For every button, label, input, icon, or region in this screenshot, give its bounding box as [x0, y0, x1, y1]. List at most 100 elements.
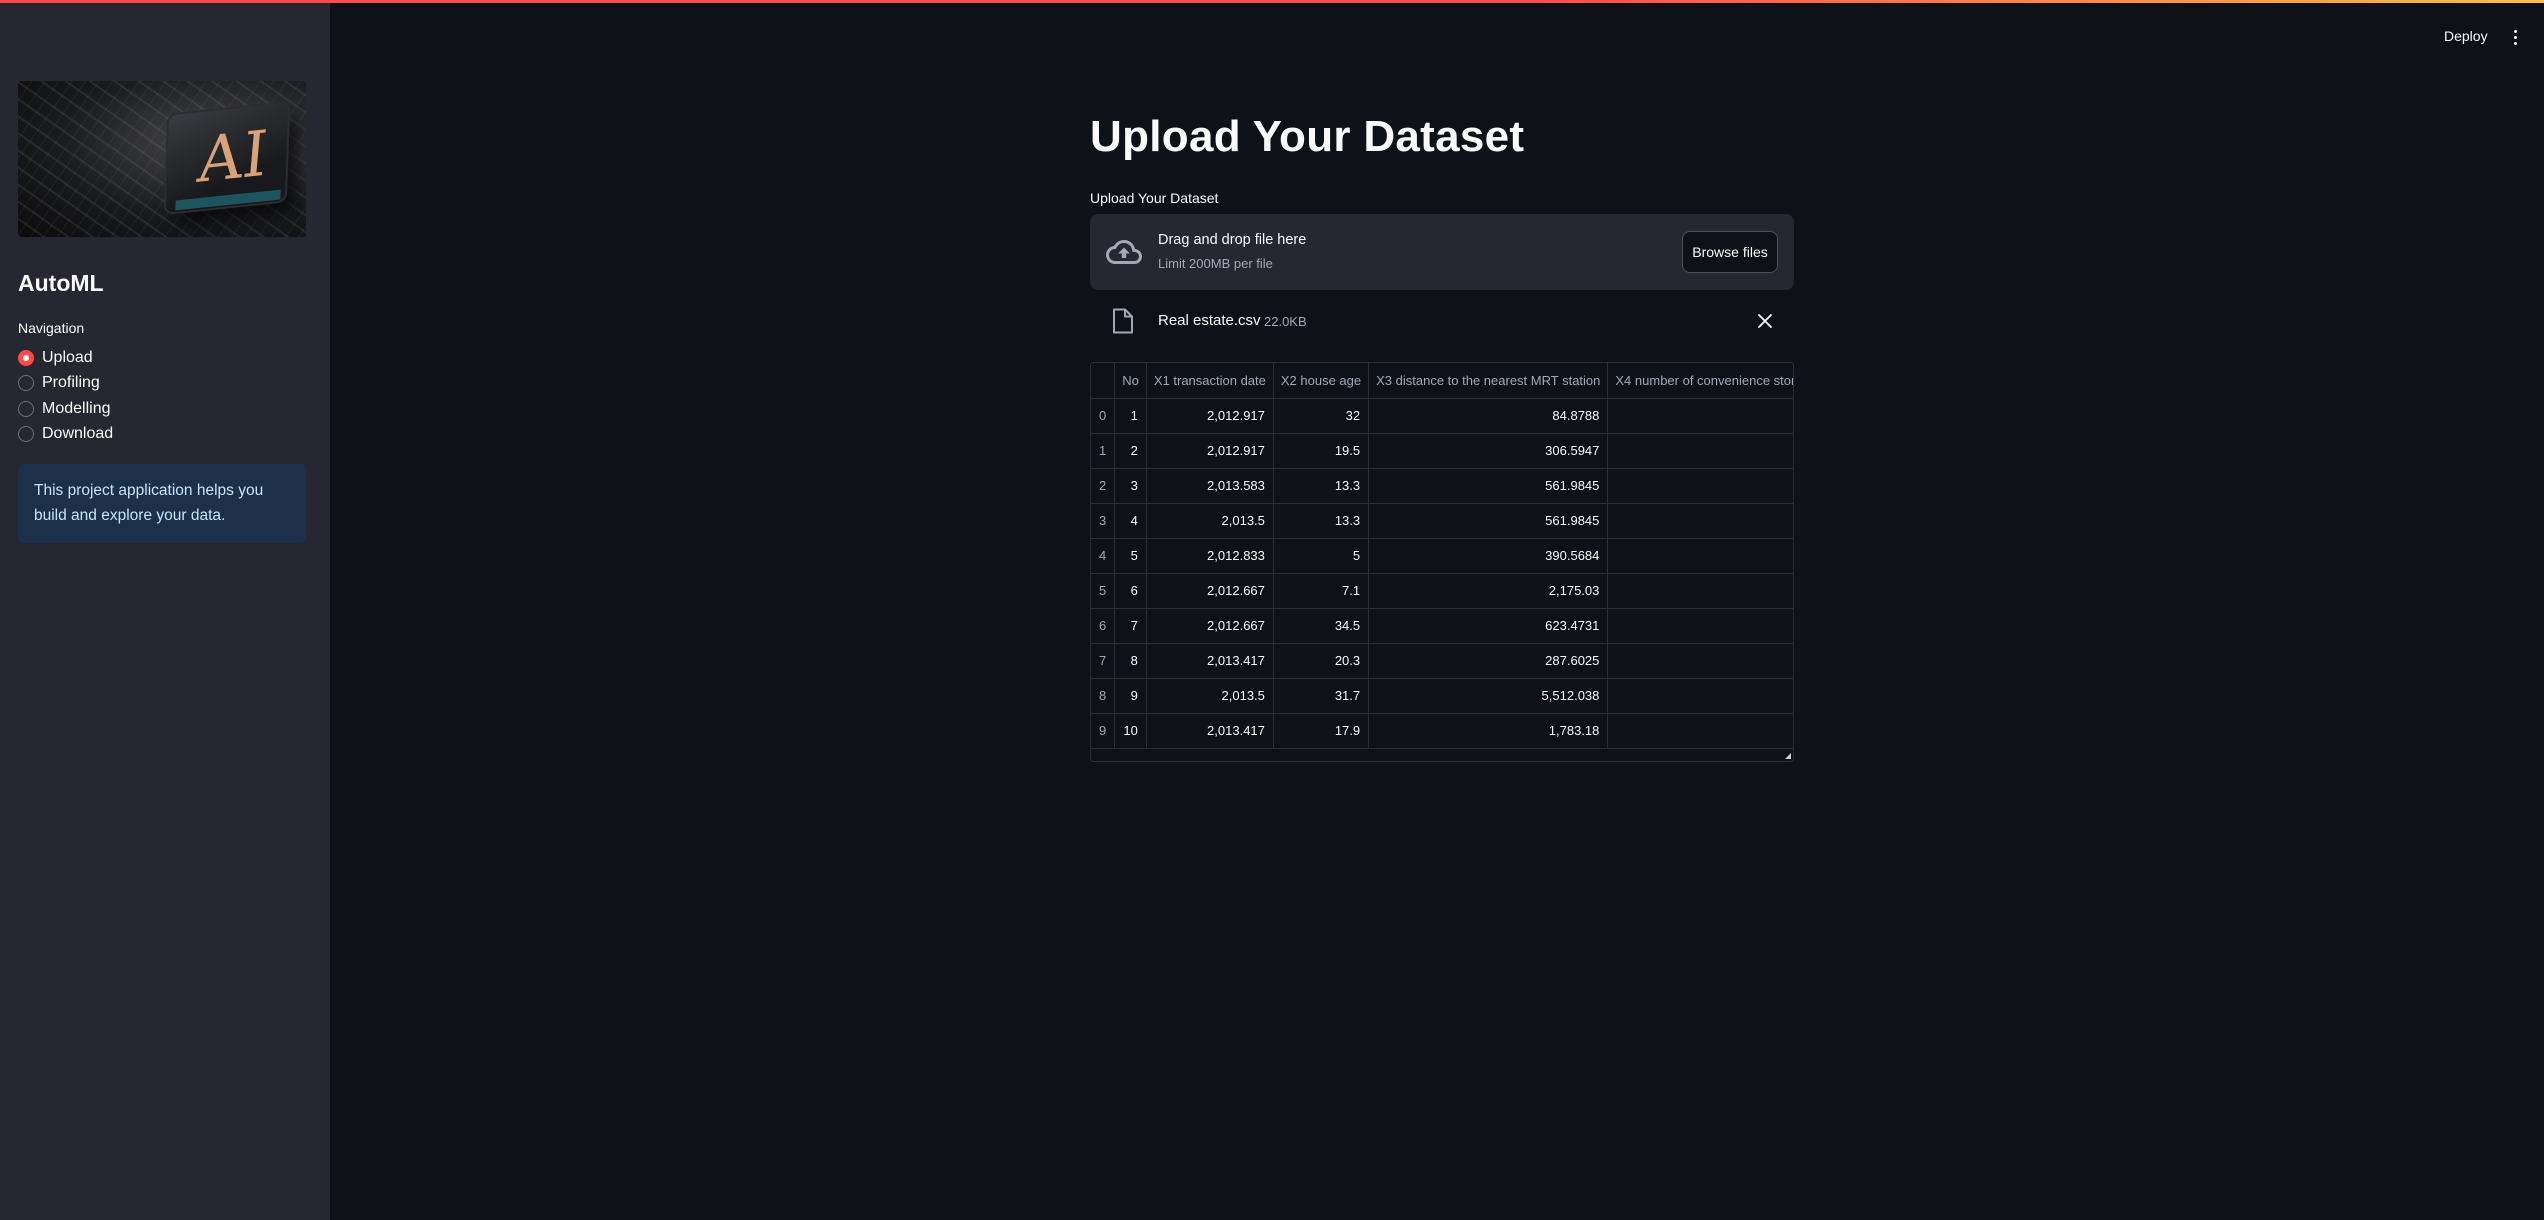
nav-item-upload[interactable]: Upload: [18, 345, 113, 371]
radio-icon[interactable]: [18, 375, 34, 392]
table-cell[interactable]: 5: [1091, 573, 1116, 609]
table-cell[interactable]: 2: [1114, 433, 1147, 469]
table-cell[interactable]: 13.3: [1273, 503, 1370, 539]
table-cell[interactable]: [1607, 433, 1793, 469]
table-cell[interactable]: 7: [1091, 643, 1116, 679]
table-cell[interactable]: 2: [1091, 468, 1116, 504]
vertical-dots-icon[interactable]: [2505, 24, 2525, 50]
resize-handle-icon[interactable]: [1785, 753, 1791, 759]
page-title: Upload Your Dataset: [1090, 112, 1525, 161]
table-cell[interactable]: 3: [1114, 468, 1147, 504]
nav-item-label: Modelling: [42, 399, 111, 417]
column-header[interactable]: X2 house age: [1273, 363, 1370, 399]
table-cell[interactable]: 2,013.417: [1146, 713, 1274, 749]
table-cell[interactable]: 4: [1091, 538, 1116, 574]
table-cell[interactable]: 5: [1114, 538, 1147, 574]
table-cell[interactable]: [1607, 468, 1793, 504]
table-cell[interactable]: 31.7: [1273, 678, 1370, 714]
table-cell[interactable]: 20.3: [1273, 643, 1370, 679]
deploy-button[interactable]: Deploy: [2434, 24, 2498, 50]
table-cell[interactable]: [1607, 573, 1793, 609]
table-cell[interactable]: 0: [1091, 398, 1116, 434]
dropzone-limit: Limit 200MB per file: [1158, 256, 1273, 271]
table-cell[interactable]: 2,012.667: [1146, 608, 1274, 644]
browse-files-button[interactable]: Browse files: [1682, 231, 1778, 273]
table-cell[interactable]: 9: [1091, 713, 1116, 749]
table-cell[interactable]: 390.5684: [1368, 538, 1609, 574]
table-cell[interactable]: 2,012.833: [1146, 538, 1274, 574]
table-cell[interactable]: 19.5: [1273, 433, 1370, 469]
file-name: Real estate.csv: [1158, 312, 1261, 329]
uploader-label: Upload Your Dataset: [1090, 190, 1219, 206]
table-cell[interactable]: 2,013.5: [1146, 678, 1274, 714]
info-box: This project application helps you build…: [18, 464, 306, 543]
table-cell[interactable]: 2,012.667: [1146, 573, 1274, 609]
logo-text: AI: [194, 116, 272, 197]
column-header[interactable]: X1 transaction date: [1146, 363, 1274, 399]
table-cell[interactable]: 13.3: [1273, 468, 1370, 504]
table-cell[interactable]: 2,012.917: [1146, 433, 1274, 469]
table-cell[interactable]: [1607, 503, 1793, 539]
app-title: AutoML: [18, 270, 104, 296]
table-cell[interactable]: 561.9845: [1368, 468, 1609, 504]
file-size: 22.0KB: [1264, 314, 1307, 329]
table-cell[interactable]: 2,013.417: [1146, 643, 1274, 679]
nav-item-profiling[interactable]: Profiling: [18, 371, 113, 397]
sidebar-logo-image: AI: [18, 81, 306, 237]
table-cell[interactable]: 2,012.917: [1146, 398, 1274, 434]
table-cell[interactable]: 5,512.038: [1368, 678, 1609, 714]
radio-icon[interactable]: [18, 400, 34, 417]
dropzone-title: Drag and drop file here: [1158, 232, 1307, 248]
table-cell[interactable]: 84.8788: [1368, 398, 1609, 434]
table-cell[interactable]: 2,013.5: [1146, 503, 1274, 539]
data-table[interactable]: No X1 transaction date X2 house age X3 d…: [1090, 362, 1794, 762]
nav-item-label: Download: [42, 425, 114, 443]
cloud-upload-icon: [1106, 240, 1142, 264]
column-header[interactable]: [1091, 363, 1116, 399]
table-header-row: No X1 transaction date X2 house age X3 d…: [1091, 363, 1793, 399]
table-cell[interactable]: 32: [1273, 398, 1370, 434]
table-cell[interactable]: [1607, 643, 1793, 679]
radio-icon[interactable]: [18, 426, 34, 443]
table-cell[interactable]: 623.4731: [1368, 608, 1609, 644]
table-cell[interactable]: 7: [1114, 608, 1147, 644]
close-icon[interactable]: [1756, 312, 1774, 330]
radio-selected-icon[interactable]: [18, 349, 34, 366]
table-cell[interactable]: 8: [1091, 678, 1116, 714]
table-cell[interactable]: 2,013.583: [1146, 468, 1274, 504]
table-row: 6 7 2,012.667 34.5 623.4731: [1091, 608, 1793, 644]
table-cell[interactable]: [1607, 398, 1793, 434]
table-cell[interactable]: 5: [1273, 538, 1370, 574]
table-cell[interactable]: 1: [1091, 433, 1116, 469]
table-cell[interactable]: 1: [1114, 398, 1147, 434]
table-cell[interactable]: 1,783.18: [1368, 713, 1609, 749]
table-row: 7 8 2,013.417 20.3 287.6025: [1091, 643, 1793, 679]
table-cell[interactable]: 4: [1114, 503, 1147, 539]
table-cell[interactable]: 2,175.03: [1368, 573, 1609, 609]
table-cell[interactable]: [1607, 713, 1793, 749]
table-cell[interactable]: 287.6025: [1368, 643, 1609, 679]
table-cell[interactable]: 6: [1114, 573, 1147, 609]
table-cell[interactable]: 6: [1091, 608, 1116, 644]
table-cell[interactable]: 306.5947: [1368, 433, 1609, 469]
table-row: 2 3 2,013.583 13.3 561.9845: [1091, 468, 1793, 504]
column-header[interactable]: X3 distance to the nearest MRT station: [1368, 363, 1609, 399]
table-cell[interactable]: [1607, 538, 1793, 574]
table-row: 9 10 2,013.417 17.9 1,783.18: [1091, 713, 1793, 749]
nav-item-modelling[interactable]: Modelling: [18, 396, 113, 422]
table-cell[interactable]: 17.9: [1273, 713, 1370, 749]
column-header[interactable]: X4 number of convenience stores: [1607, 363, 1793, 399]
table-cell[interactable]: 34.5: [1273, 608, 1370, 644]
table-cell[interactable]: 8: [1114, 643, 1147, 679]
table-cell[interactable]: [1607, 678, 1793, 714]
table-cell[interactable]: [1607, 608, 1793, 644]
file-dropzone[interactable]: Drag and drop file here Limit 200MB per …: [1090, 214, 1794, 290]
table-cell[interactable]: 7.1: [1273, 573, 1370, 609]
table-cell[interactable]: 9: [1114, 678, 1147, 714]
column-header[interactable]: No: [1114, 363, 1147, 399]
nav-item-download[interactable]: Download: [18, 422, 113, 448]
table-cell[interactable]: 3: [1091, 503, 1116, 539]
table-cell[interactable]: 10: [1114, 713, 1147, 749]
table-cell[interactable]: 561.9845: [1368, 503, 1609, 539]
nav-radio-group: Upload Profiling Modelling Download: [18, 345, 113, 447]
